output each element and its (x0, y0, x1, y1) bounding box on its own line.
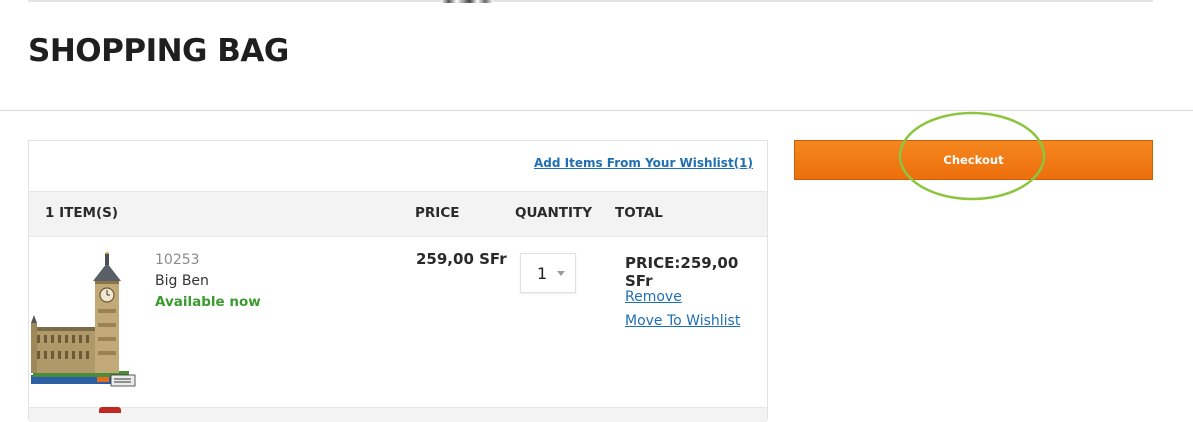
add-from-wishlist-link[interactable]: Add Items From Your Wishlist(1) (534, 156, 753, 170)
quantity-header: QUANTITY (515, 205, 592, 221)
unit-price: 259,00 SFr (416, 250, 507, 268)
next-item-thumbnail (99, 407, 121, 413)
top-divider (28, 0, 1153, 2)
quantity-value: 1 (537, 264, 548, 283)
availability-status: Available now (155, 294, 261, 310)
header-divider (0, 110, 1193, 111)
big-ben-set-image[interactable] (31, 251, 139, 391)
product-name[interactable]: Big Ben (155, 273, 209, 289)
quantity-select[interactable]: 1 (520, 253, 576, 293)
banner-image-edge (441, 0, 493, 3)
total-header: TOTAL (615, 205, 663, 221)
product-sku: 10253 (155, 252, 200, 268)
checkout-button[interactable]: Checkout (794, 140, 1153, 180)
cart-column-header: 1 ITEM(S) PRICE QUANTITY TOTAL (29, 191, 767, 237)
move-to-wishlist-link[interactable]: Move To Wishlist (625, 313, 740, 329)
next-item-row (29, 407, 767, 422)
items-count-header: 1 ITEM(S) (45, 205, 119, 221)
remove-link[interactable]: Remove (625, 289, 682, 305)
line-total: PRICE:259,00 SFr (625, 254, 739, 290)
price-header: PRICE (415, 205, 460, 221)
cart-panel: Add Items From Your Wishlist(1) 1 ITEM(S… (28, 140, 768, 422)
page-title: SHOPPING BAG (28, 33, 289, 69)
chevron-down-icon (557, 271, 565, 276)
